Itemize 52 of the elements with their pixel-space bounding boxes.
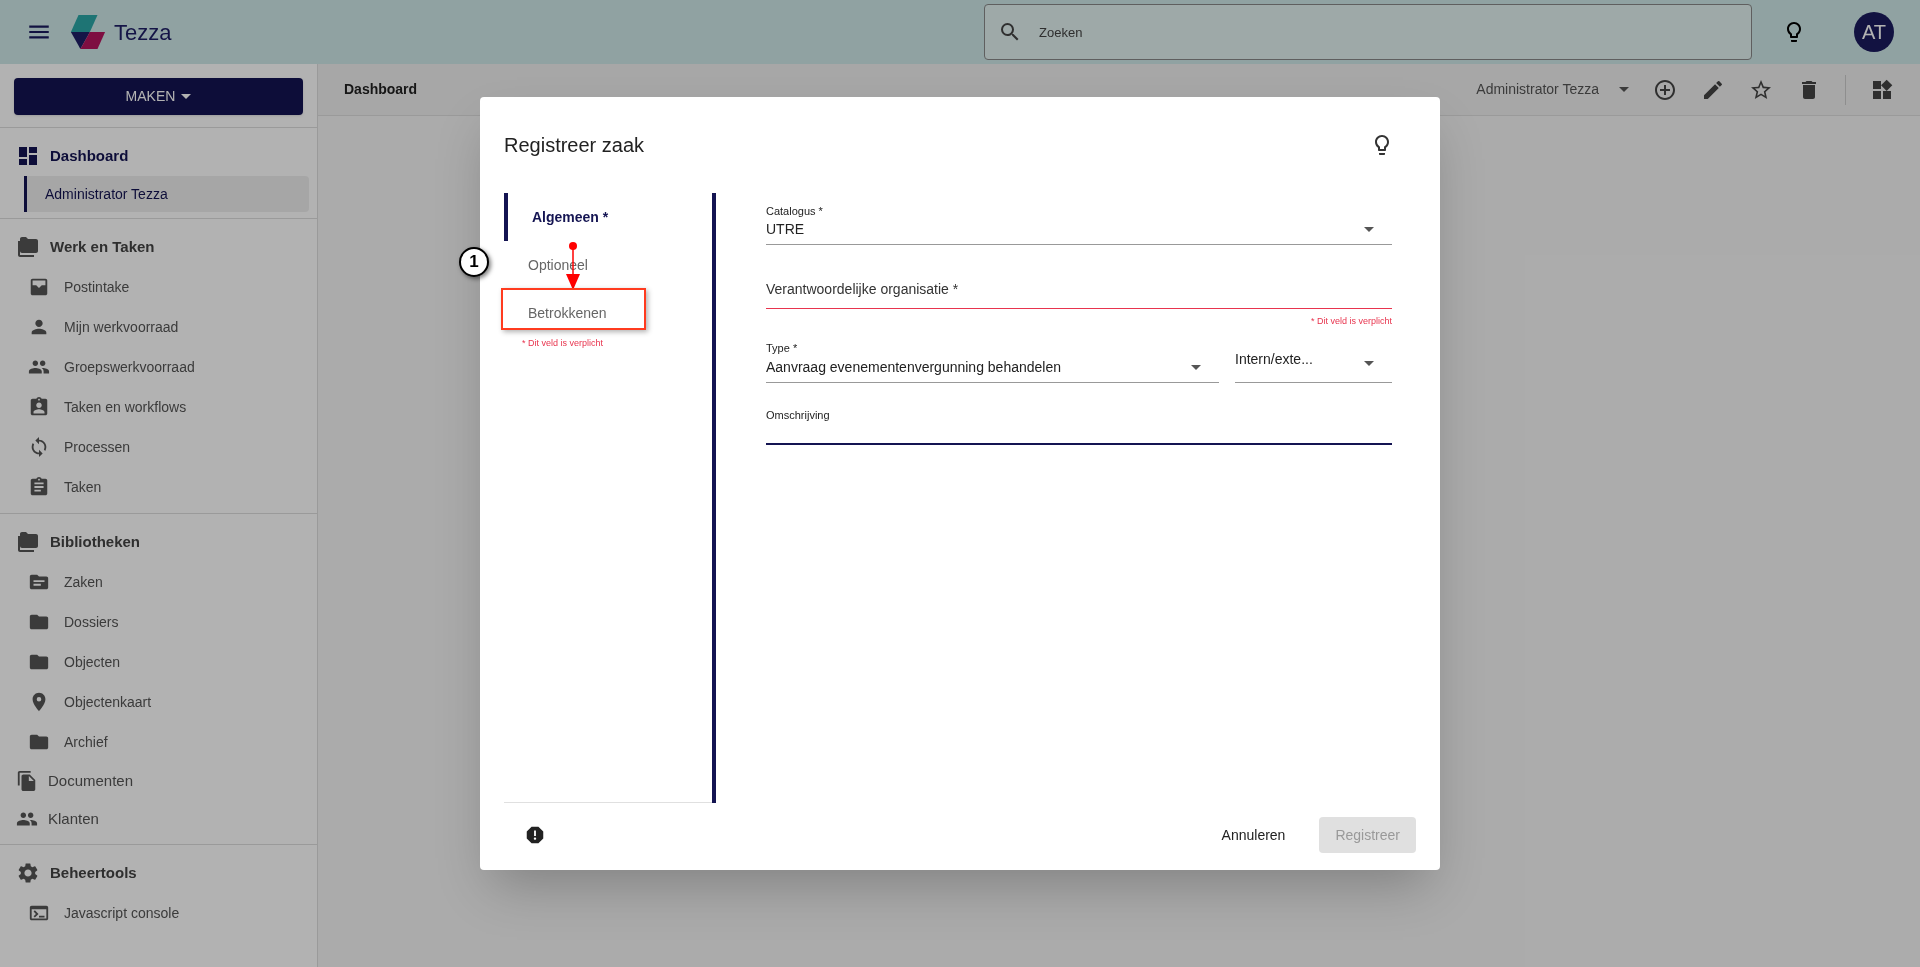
nav-item[interactable]: Objectenkaart: [0, 682, 317, 722]
error-message: * Dit veld is verplicht: [521, 337, 605, 350]
nav-item[interactable]: Taken: [0, 467, 317, 507]
folders-icon: [16, 530, 40, 554]
breadcrumb: Dashboard: [344, 80, 418, 99]
nav-item[interactable]: Klanten: [0, 800, 317, 838]
settings-icon: [16, 861, 40, 885]
nav-item[interactable]: Archief: [0, 722, 317, 762]
documents-icon: [16, 770, 38, 792]
nav-group[interactable]: Werk en Taken: [0, 227, 317, 267]
select-field[interactable]: Intern/exte...: [1235, 338, 1392, 383]
nav-group[interactable]: Beheertools: [0, 853, 317, 893]
step-tab[interactable]: Betrokkenen: [504, 289, 712, 337]
callout-badge: 1: [459, 247, 489, 277]
caret-icon: [181, 94, 192, 99]
add-icon[interactable]: [1653, 77, 1677, 102]
nav-item[interactable]: Javascript console: [0, 893, 317, 933]
app-name: Tezza: [114, 18, 172, 47]
caret-icon: [1619, 87, 1629, 92]
error-message: * Dit veld is verplicht: [1310, 315, 1392, 328]
select-field[interactable]: Catalogus * UTRE: [766, 197, 1392, 245]
clipboard-icon: [28, 476, 50, 498]
caret-icon: [1364, 360, 1374, 366]
input-field[interactable]: Verantwoordelijke organisatie *: [766, 273, 1392, 309]
nav-item[interactable]: Administrator Tezza: [24, 176, 309, 212]
caret-icon: [1364, 227, 1374, 232]
widgets-icon[interactable]: [1870, 77, 1894, 102]
nav-item[interactable]: Zaken: [0, 562, 317, 602]
inbox-icon: [28, 276, 50, 298]
nav-group[interactable]: Bibliotheken: [0, 522, 317, 562]
nav-item[interactable]: Processen: [0, 427, 317, 467]
user-select[interactable]: Administrator Tezza: [1476, 79, 1629, 100]
nav-item[interactable]: Dossiers: [0, 602, 317, 642]
caret-icon: [1191, 364, 1201, 370]
avatar[interactable]: AT: [1854, 12, 1894, 52]
nav-item[interactable]: Documenten: [0, 762, 317, 800]
nav-item[interactable]: Postintake: [0, 267, 317, 307]
folders-icon: [16, 235, 40, 259]
dialog-title: Registreer zaak: [504, 133, 645, 158]
nav-item[interactable]: Groepswerkvoorraad: [0, 347, 317, 387]
nav-group[interactable]: Dashboard: [0, 136, 317, 176]
field-label: Omschrijving: [766, 407, 831, 423]
clipboard-icon: [28, 396, 50, 418]
cancel-button[interactable]: Annuleren: [1205, 817, 1302, 853]
nav-item[interactable]: Objecten: [0, 642, 317, 682]
warning-icon[interactable]: [524, 824, 546, 846]
create-button[interactable]: MAKEN: [14, 78, 303, 115]
nav-item[interactable]: Taken en workflows: [0, 387, 317, 427]
select-field[interactable]: Type * Aanvraag evenementenvergunning behandelen: [766, 338, 1219, 383]
nav-item[interactable]: Mijn werkvoorraad: [0, 307, 317, 347]
dashboard-icon: [16, 144, 40, 168]
logo-icon: [68, 13, 108, 51]
